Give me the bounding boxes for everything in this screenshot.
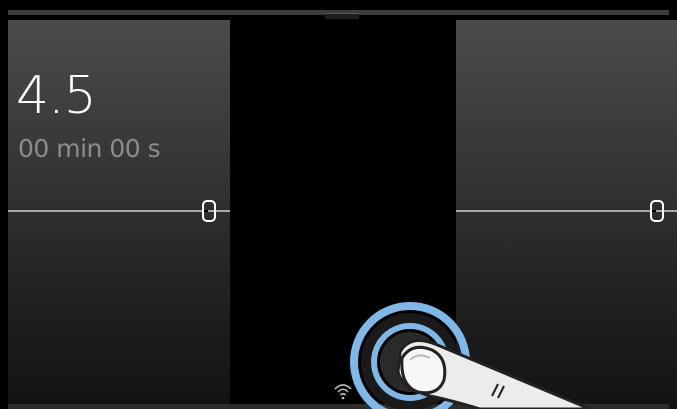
pull-down-handle[interactable] — [325, 13, 359, 19]
right-slider-track[interactable] — [456, 210, 677, 212]
top-bar — [0, 0, 677, 20]
duration-readout: 00 min 00 s — [18, 134, 161, 163]
left-slider-handle[interactable] — [202, 200, 216, 222]
right-slider-handle[interactable] — [650, 200, 664, 222]
setting-value: 4.5 — [16, 66, 97, 126]
left-slider-track[interactable] — [8, 210, 230, 212]
touch-hand-icon — [350, 302, 591, 409]
